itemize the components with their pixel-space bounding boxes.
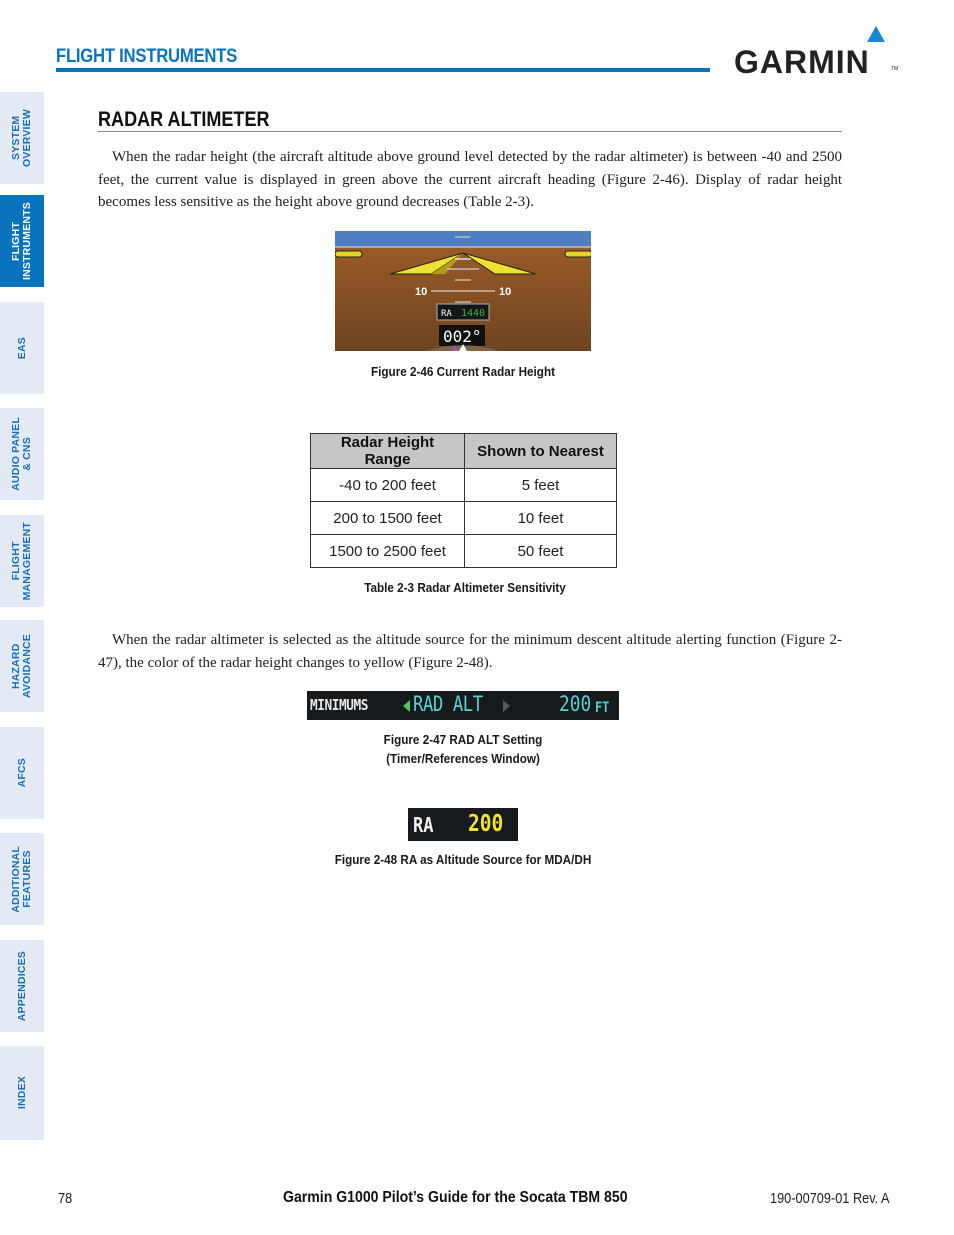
minimums-setting-display: MINIMUMS RAD ALT 200 FT xyxy=(307,691,619,720)
roll-ref-right-icon xyxy=(564,250,591,258)
table-caption: Table 2-3 Radar Altimeter Sensitivity xyxy=(364,580,566,595)
table-header-row: Radar Height Range Shown to Nearest xyxy=(310,433,617,469)
garmin-logo: GARMIN TM xyxy=(734,26,898,80)
document-number: 190-00709-01 Rev. A xyxy=(770,1190,890,1207)
radar-altitude-mda-display: RA 200 xyxy=(408,808,518,841)
ra-label: RA xyxy=(413,813,434,837)
trademark-mark: TM xyxy=(891,66,899,72)
minimums-altitude: 200 xyxy=(559,692,592,716)
side-tab-label: EAS xyxy=(15,336,28,360)
side-tab-index[interactable]: INDEX xyxy=(0,1046,44,1140)
radar-sensitivity-table: Radar Height Range Shown to Nearest -40 … xyxy=(310,433,617,568)
side-tab-appendices[interactable]: APPENDICES xyxy=(0,940,44,1032)
radar-altitude-label: RA xyxy=(441,309,452,319)
table-cell: 50 feet xyxy=(464,534,617,568)
pfd-attitude-figure: 10 10 RA 1440 002° xyxy=(335,231,591,351)
subsection-divider xyxy=(98,131,842,132)
garmin-wordmark: GARMIN xyxy=(734,44,870,80)
page-number: 78 xyxy=(58,1190,73,1207)
minimums-label: MINIMUMS xyxy=(310,696,369,714)
radar-altitude-value: 1440 xyxy=(461,308,485,319)
side-tab-flight-instruments[interactable]: FLIGHT INSTRUMENTS xyxy=(0,195,44,287)
garmin-triangle-icon xyxy=(867,26,885,42)
body-paragraph: When the radar height (the aircraft alti… xyxy=(98,146,842,214)
column-header: Shown to Nearest xyxy=(464,433,617,469)
ra-value: 200 xyxy=(468,811,504,837)
side-tab-label: FLIGHT INSTRUMENTS xyxy=(10,201,33,281)
side-tab-hazard-avoidance[interactable]: HAZARD AVOIDANCE xyxy=(0,620,44,712)
table-row: 200 to 1500 feet 10 feet xyxy=(310,501,617,535)
side-tab-label: FLIGHT MANAGEMENT xyxy=(10,521,33,601)
side-tab-afcs[interactable]: AFCS xyxy=(0,727,44,819)
side-tab-label: AFCS xyxy=(15,758,28,788)
sky xyxy=(335,231,591,247)
minimums-unit: FT xyxy=(595,700,610,716)
side-tab-flight-management[interactable]: FLIGHT MANAGEMENT xyxy=(0,515,44,607)
table-row: 1500 to 2500 feet 50 feet xyxy=(310,534,617,568)
pitch-label-left: 10 xyxy=(415,286,427,298)
section-title: FLIGHT INSTRUMENTS xyxy=(56,46,238,67)
side-tab-label: INDEX xyxy=(15,1076,28,1110)
paragraph-text: When the radar height (the aircraft alti… xyxy=(98,149,842,210)
arrow-right-icon xyxy=(503,700,510,712)
subsection-title: RADAR ALTIMETER xyxy=(98,108,270,131)
arrow-left-icon xyxy=(403,700,410,712)
figure-caption-line2: (Timer/References Window) xyxy=(386,751,540,766)
table-cell: -40 to 200 feet xyxy=(310,468,465,502)
table-cell: 10 feet xyxy=(464,501,617,535)
column-header: Radar Height Range xyxy=(310,433,465,469)
header-divider xyxy=(56,68,710,72)
attitude-indicator: 10 10 RA 1440 002° xyxy=(335,231,591,351)
pitch-label-right: 10 xyxy=(499,286,511,298)
side-tab-label: HAZARD AVOIDANCE xyxy=(10,633,33,699)
table-row: -40 to 200 feet 5 feet xyxy=(310,468,617,502)
roll-ref-left-icon xyxy=(335,250,363,258)
table-cell: 5 feet xyxy=(464,468,617,502)
side-tab-label: APPENDICES xyxy=(15,950,28,1022)
side-tab-audio-panel-cns[interactable]: AUDIO PANEL & CNS xyxy=(0,408,44,500)
side-tab-additional-features[interactable]: ADDITIONAL FEATURES xyxy=(0,833,44,925)
side-tab-label: SYSTEM OVERVIEW xyxy=(10,108,33,167)
table-cell: 1500 to 2500 feet xyxy=(310,534,465,568)
paragraph-text: When the radar altimeter is selected as … xyxy=(98,632,842,671)
footer-title: Garmin G1000 Pilot’s Guide for the Socat… xyxy=(283,1189,628,1206)
figure-caption: Figure 2-46 Current Radar Height xyxy=(371,364,555,379)
body-paragraph: When the radar altimeter is selected as … xyxy=(98,629,842,674)
side-tab-label: AUDIO PANEL & CNS xyxy=(10,417,33,491)
minimums-source-value: RAD ALT xyxy=(413,692,483,716)
heading-value: 002° xyxy=(443,327,482,346)
figure-caption: Figure 2-47 RAD ALT Setting xyxy=(383,732,543,747)
figure-caption: Figure 2-48 RA as Altitude Source for MD… xyxy=(334,852,592,867)
side-tab-label: ADDITIONAL FEATURES xyxy=(10,845,33,913)
side-tab-system-overview[interactable]: SYSTEM OVERVIEW xyxy=(0,92,44,184)
side-tab-eas[interactable]: EAS xyxy=(0,302,44,394)
table-cell: 200 to 1500 feet xyxy=(310,501,465,535)
